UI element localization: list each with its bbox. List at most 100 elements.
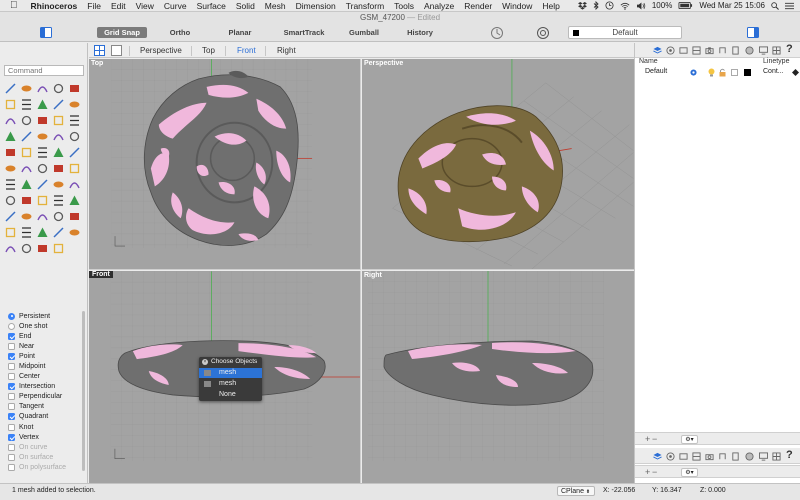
camera-icon[interactable] [705,46,714,55]
polygon-tool-icon[interactable] [51,97,65,111]
bluetooth-icon[interactable] [593,1,599,10]
scale-tool-icon[interactable] [51,161,65,175]
align-tool-icon[interactable] [35,241,49,255]
snapshots-icon[interactable] [718,452,727,461]
measure-tool-icon[interactable] [51,193,65,207]
grid-icon[interactable] [772,452,781,461]
menu-edit[interactable]: Edit [106,1,131,11]
menu-render[interactable]: Render [459,1,497,11]
monitor-icon[interactable] [759,452,768,461]
sphere-solid-icon[interactable] [19,145,33,159]
osnap-quadrant[interactable]: Quadrant [8,412,84,422]
toggle-left-sidebar-icon[interactable] [40,27,52,38]
lock-icon[interactable] [719,68,726,77]
cplane-dropdown[interactable]: CPlane ⬍ [557,486,595,496]
single-viewport-icon[interactable] [111,45,122,56]
monitor-icon[interactable] [759,46,768,55]
tab-top[interactable]: Top [202,45,215,56]
visible-lightbulb-icon[interactable] [708,68,715,77]
checkbox[interactable] [8,443,15,451]
loft-surface-icon[interactable] [19,129,33,143]
notes-icon[interactable] [731,452,740,461]
checkbox[interactable] [8,413,15,421]
move-tool-icon[interactable] [3,161,17,175]
layer-tool-icon[interactable] [3,225,17,239]
osnap-point[interactable]: Point [8,351,84,361]
mesh-object-perspective[interactable] [397,105,563,243]
notes-icon[interactable] [731,46,740,55]
volume-icon[interactable] [636,1,646,10]
osnap-center[interactable]: Center [8,372,84,382]
checkbox[interactable] [8,403,15,411]
named-views-icon[interactable] [692,452,701,461]
point-tool-icon[interactable] [3,81,17,95]
notification-center-icon[interactable] [785,2,794,10]
current-layer-dropdown[interactable]: Default [568,26,682,39]
viewport-right-label[interactable]: Right [364,272,382,279]
patch-surface-icon[interactable] [67,129,81,143]
analyze-tool-icon[interactable] [35,193,49,207]
apple-menu-icon[interactable]:  [0,0,26,11]
freeform-tool-icon[interactable] [67,97,81,111]
snapshots-icon[interactable] [718,46,727,55]
snap-tool-icon[interactable] [67,225,81,239]
extend-curve-icon[interactable] [35,113,49,127]
osnap-midpoint[interactable]: Midpoint [8,361,84,371]
menu-solid[interactable]: Solid [231,1,260,11]
rotate-view-icon[interactable] [490,26,504,40]
properties-icon[interactable] [666,452,675,461]
lock-tool-icon[interactable] [35,225,49,239]
gumball-toggle[interactable]: Gumball [340,27,388,38]
history-toggle[interactable]: History [396,27,444,38]
array-tool-icon[interactable] [3,193,17,207]
add-remove-buttons[interactable]: + − [645,467,657,477]
smarttrack-toggle[interactable]: SmartTrack [276,27,332,38]
fillet-curve-icon[interactable] [3,113,17,127]
color-wheel-icon[interactable] [51,225,65,239]
layers-icon[interactable] [653,46,662,55]
text-tool-icon[interactable] [67,177,81,191]
grid-snap-toggle[interactable]: Grid Snap [97,27,147,38]
help-icon[interactable]: ? [786,43,793,55]
sweep-surface-icon[interactable] [51,129,65,143]
menu-transform[interactable]: Transform [341,1,389,11]
ellipse-tool-icon[interactable] [19,97,33,111]
menu-help[interactable]: Help [537,1,564,11]
rectangle-tool-icon[interactable] [35,97,49,111]
boolean-tool-icon[interactable] [67,145,81,159]
close-icon[interactable]: × [202,358,208,365]
viewport-top-label[interactable]: Top [91,60,103,67]
menu-curve[interactable]: Curve [159,1,192,11]
cone-solid-icon[interactable] [51,145,65,159]
checkbox[interactable] [8,352,15,360]
layer-color-swatch[interactable] [744,69,751,76]
osnap-on-curve[interactable]: On curve [8,442,84,452]
four-viewports-icon[interactable] [94,45,105,56]
mirror-tool-icon[interactable] [67,161,81,175]
toggle-right-sidebar-icon[interactable] [747,27,759,38]
display-mode-icon[interactable] [679,452,688,461]
blend-curve-icon[interactable] [51,113,65,127]
tab-right[interactable]: Right [277,45,296,56]
tab-perspective[interactable]: Perspective [140,45,182,56]
box-solid-icon[interactable] [3,145,17,159]
extrude-surface-icon[interactable] [3,129,17,143]
radio-button[interactable] [8,322,15,330]
clock[interactable]: Wed Mar 25 15:06 [699,1,765,10]
current-layer-icon[interactable] [690,69,697,76]
osnap-intersection[interactable]: Intersection [8,382,84,392]
command-input[interactable] [4,65,84,76]
wifi-icon[interactable] [620,2,630,10]
app-menu[interactable]: Rhinoceros [26,1,83,11]
polyline-tool-icon[interactable] [35,81,49,95]
layer-row[interactable]: Default Cont... [635,67,800,78]
radio-button[interactable] [8,312,15,320]
check-tool-icon[interactable] [67,193,81,207]
spotlight-search-icon[interactable] [771,1,779,10]
offset-curve-icon[interactable] [19,113,33,127]
checkbox[interactable] [8,373,15,381]
help-icon[interactable]: ? [786,449,793,461]
circle-tool-icon[interactable] [3,97,17,111]
ortho-toggle[interactable]: Ortho [158,27,202,38]
checkbox[interactable] [8,383,15,391]
